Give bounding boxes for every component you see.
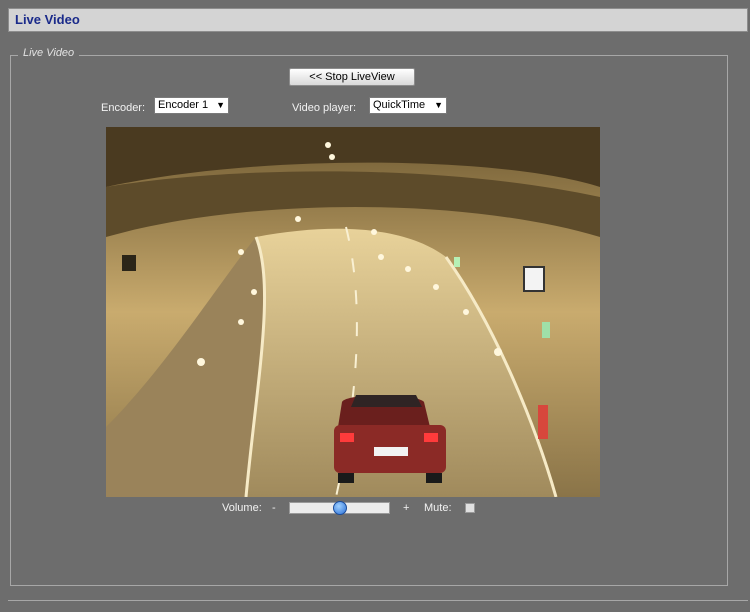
volume-increase-button[interactable]: + xyxy=(403,502,409,514)
video-player-select[interactable]: QuickTime ▼ xyxy=(369,97,447,114)
mute-checkbox[interactable] xyxy=(465,503,475,513)
fieldset-legend: Live Video xyxy=(18,47,80,59)
volume-slider[interactable] xyxy=(289,501,390,515)
stop-liveview-button[interactable]: << Stop LiveView xyxy=(289,68,415,86)
chevron-down-icon: ▼ xyxy=(434,100,443,110)
volume-label: Volume: xyxy=(222,502,262,514)
tunnel-camera-frame xyxy=(106,127,600,497)
encoder-select[interactable]: Encoder 1 ▼ xyxy=(154,97,229,114)
live-video-stream[interactable] xyxy=(106,127,600,497)
video-player-label: Video player: xyxy=(292,102,357,114)
mute-label: Mute: xyxy=(424,502,452,514)
page-title: Live Video xyxy=(15,12,80,27)
encoder-select-value: Encoder 1 xyxy=(158,99,209,111)
volume-slider-handle[interactable] xyxy=(333,501,347,515)
encoder-label: Encoder: xyxy=(101,102,146,114)
bottom-divider xyxy=(8,600,748,601)
header-bar: Live Video xyxy=(8,8,748,32)
chevron-down-icon: ▼ xyxy=(216,100,225,110)
volume-decrease-button[interactable]: - xyxy=(272,502,276,514)
video-player-select-value: QuickTime xyxy=(373,99,426,111)
